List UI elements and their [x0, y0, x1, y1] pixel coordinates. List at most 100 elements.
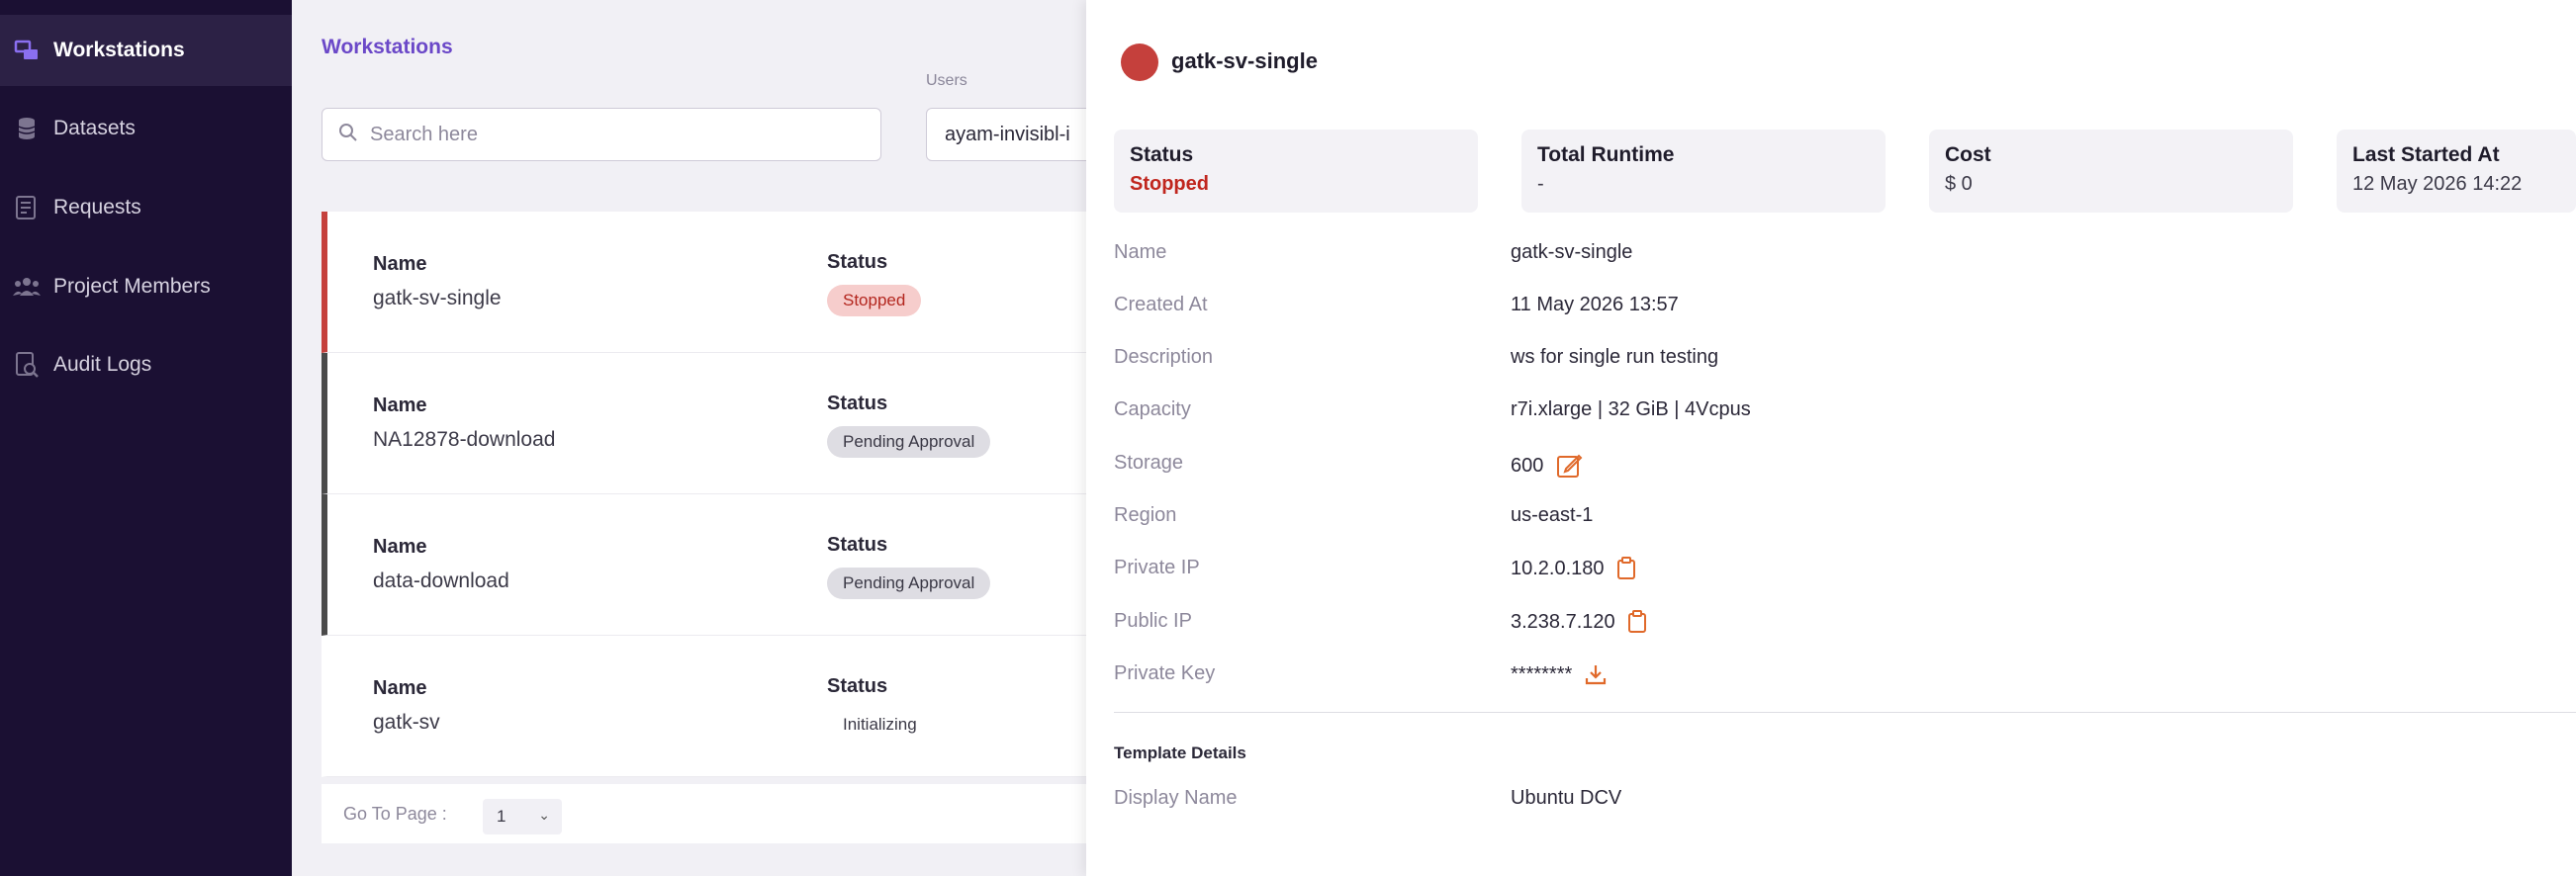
status-badge: Pending Approval: [827, 426, 991, 458]
people-icon: [0, 276, 53, 298]
page-select[interactable]: 1 ⌄: [483, 799, 562, 834]
summary-value: Stopped: [1130, 173, 1209, 195]
chevron-down-icon: ⌄: [538, 807, 550, 823]
detail-label: Display Name: [1114, 787, 1238, 809]
workstation-name: gatk-sv-single: [373, 287, 502, 309]
workstation-card[interactable]: Name gatk-sv Status Initializing: [322, 636, 1133, 777]
detail-row-capacity: Capacity r7i.xlarge | 32 GiB | 4Vcpus: [1114, 391, 2558, 430]
workstation-detail-panel: gatk-sv-single Status Stopped Total Runt…: [1086, 0, 2576, 876]
detail-value: 3.238.7.120: [1511, 610, 1647, 634]
template-details-heading: Template Details: [1114, 744, 1246, 762]
detail-value: Ubuntu DCV: [1511, 787, 1621, 810]
status-label: Status: [827, 251, 888, 273]
detail-row-private-key: Private Key ********: [1114, 655, 2558, 694]
page-title: Workstations: [322, 36, 453, 58]
status-label: Status: [827, 393, 888, 414]
summary-card-runtime: Total Runtime -: [1521, 130, 1886, 213]
detail-label: Capacity: [1114, 398, 1191, 420]
detail-text: ws for single run testing: [1511, 346, 1719, 368]
detail-row-description: Description ws for single run testing: [1114, 338, 2558, 378]
search-icon: [338, 123, 358, 147]
download-icon[interactable]: [1584, 662, 1608, 686]
sidebar-item-label: Datasets: [53, 117, 136, 139]
name-label: Name: [373, 677, 427, 699]
pager-label: Go To Page :: [343, 804, 447, 824]
panel-title: gatk-sv-single: [1171, 48, 1318, 73]
detail-value: 10.2.0.180: [1511, 557, 1636, 580]
pagination: Go To Page : 1 ⌄: [322, 784, 1133, 843]
section-divider: [1114, 712, 2576, 713]
status-label: Status: [827, 675, 888, 697]
sidebar-item-label: Project Members: [53, 275, 211, 298]
detail-value: 11 May 2026 13:57: [1511, 294, 1679, 316]
status-badge: Initializing: [843, 715, 917, 734]
summary-value: -: [1537, 173, 1544, 195]
sidebar-item-audit-logs[interactable]: Audit Logs: [0, 329, 292, 400]
sidebar-item-datasets[interactable]: Datasets: [0, 93, 292, 164]
sidebar-item-project-members[interactable]: Project Members: [0, 251, 292, 322]
app-root: Workstations Datasets Requests Project M…: [0, 0, 2576, 876]
summary-label: Status: [1130, 143, 1194, 166]
detail-text: gatk-sv-single: [1511, 241, 1633, 263]
detail-row-storage: Storage 600: [1114, 444, 2558, 483]
detail-value: 600: [1511, 452, 1583, 480]
workstation-name: NA12878-download: [373, 428, 556, 451]
sidebar: Workstations Datasets Requests Project M…: [0, 0, 292, 876]
edit-icon[interactable]: [1555, 452, 1583, 480]
workstation-card[interactable]: Name gatk-sv-single Status Stopped: [322, 212, 1133, 353]
detail-row-public-ip: Public IP 3.238.7.120: [1114, 602, 2558, 642]
detail-label: Created At: [1114, 294, 1208, 315]
summary-card-last-started: Last Started At 12 May 2026 14:22: [2337, 130, 2576, 213]
detail-label: Description: [1114, 346, 1214, 368]
summary-label: Total Runtime: [1537, 143, 1675, 166]
workstation-name: gatk-sv: [373, 711, 440, 734]
sidebar-item-label: Audit Logs: [53, 353, 152, 376]
status-label: Status: [827, 534, 888, 556]
detail-label: Storage: [1114, 452, 1184, 474]
detail-text: Ubuntu DCV: [1511, 787, 1622, 809]
detail-row-private-ip: Private IP 10.2.0.180: [1114, 549, 2558, 588]
workstation-card[interactable]: Name data-download Status Pending Approv…: [322, 494, 1133, 636]
copy-icon[interactable]: [1616, 557, 1636, 580]
detail-value: ws for single run testing: [1511, 346, 1718, 369]
detail-text: 11 May 2026 13:57: [1511, 294, 1679, 315]
detail-text: r7i.xlarge | 32 GiB | 4Vcpus: [1511, 398, 1751, 420]
detail-row-display-name: Display Name Ubuntu DCV: [1114, 779, 2558, 819]
sidebar-item-requests[interactable]: Requests: [0, 172, 292, 243]
status-indicator-dot: [1121, 44, 1158, 81]
detail-value: us-east-1: [1511, 504, 1593, 527]
sidebar-item-label: Workstations: [53, 39, 185, 61]
detail-label: Name: [1114, 241, 1167, 263]
summary-value: 12 May 2026 14:22: [2352, 173, 2523, 195]
workstation-icon: [0, 38, 53, 63]
database-icon: [0, 116, 53, 141]
detail-text: ********: [1511, 662, 1573, 685]
summary-label: Cost: [1945, 143, 1991, 166]
page-select-value: 1: [497, 807, 506, 826]
detail-row-name: Name gatk-sv-single: [1114, 233, 2558, 273]
status-badge: Stopped: [827, 285, 922, 316]
requests-icon: [0, 195, 53, 220]
detail-text: 10.2.0.180: [1511, 557, 1605, 579]
detail-row-region: Region us-east-1: [1114, 496, 2558, 536]
status-badge: Pending Approval: [827, 568, 991, 599]
detail-text: 3.238.7.120: [1511, 610, 1615, 633]
detail-label: Public IP: [1114, 610, 1192, 632]
workstation-card[interactable]: Name NA12878-download Status Pending App…: [322, 353, 1133, 494]
summary-card-cost: Cost $ 0: [1929, 130, 2293, 213]
detail-row-created-at: Created At 11 May 2026 13:57: [1114, 286, 2558, 325]
sidebar-item-workstations[interactable]: Workstations: [0, 15, 292, 86]
name-label: Name: [373, 536, 427, 558]
summary-card-status: Status Stopped: [1114, 130, 1478, 213]
search-input[interactable]: [370, 123, 845, 146]
copy-icon[interactable]: [1627, 610, 1647, 634]
summary-label: Last Started At: [2352, 143, 2500, 166]
search-box[interactable]: [322, 108, 881, 161]
detail-label: Region: [1114, 504, 1177, 526]
detail-label: Private IP: [1114, 557, 1200, 578]
workstation-list: Name gatk-sv-single Status Stopped Name …: [322, 212, 1133, 777]
name-label: Name: [373, 394, 427, 416]
detail-value: r7i.xlarge | 32 GiB | 4Vcpus: [1511, 398, 1751, 421]
workstation-name: data-download: [373, 569, 509, 592]
sidebar-item-label: Requests: [53, 196, 141, 219]
